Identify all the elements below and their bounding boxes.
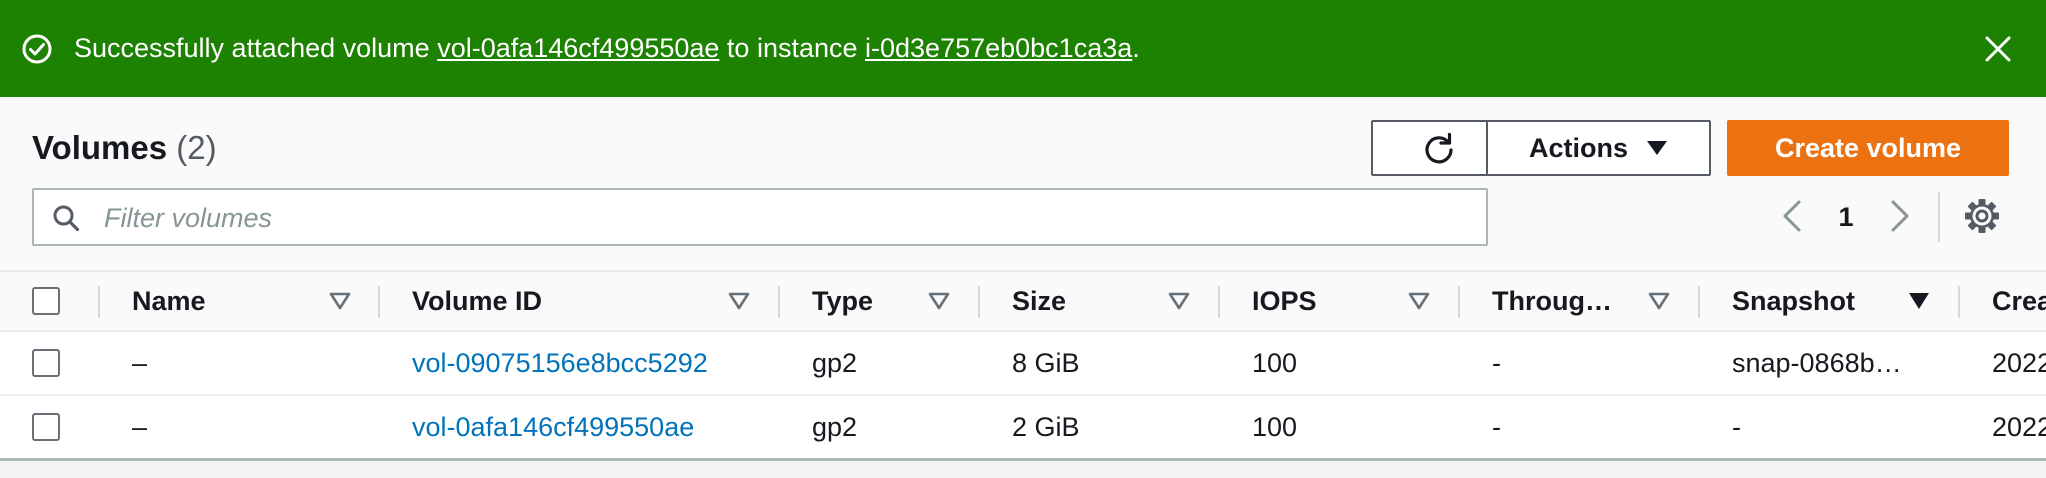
column-divider xyxy=(1698,286,1700,318)
gear-icon[interactable] xyxy=(1964,198,2000,234)
table-row[interactable]: – vol-0afa146cf499550ae gp2 2 GiB 100 - … xyxy=(0,396,2046,460)
sort-caret-icon[interactable] xyxy=(329,292,351,310)
sort-caret-icon[interactable] xyxy=(1648,292,1670,310)
cell-volume-id-link[interactable]: vol-0afa146cf499550ae xyxy=(412,396,694,458)
close-icon[interactable] xyxy=(1983,34,2013,64)
filter-volumes-search xyxy=(32,188,1488,246)
create-volume-label: Create volume xyxy=(1774,132,1962,163)
column-divider xyxy=(378,286,380,318)
attached-volume-link[interactable]: vol-0afa146cf499550ae xyxy=(437,33,719,63)
refresh-icon xyxy=(1425,132,1453,164)
create-volume-button[interactable]: Create volume xyxy=(1727,120,2009,176)
row-select-checkbox[interactable] xyxy=(32,349,60,377)
cell-name: – xyxy=(132,412,148,442)
flash-message: Successfully attached volume vol-0afa146… xyxy=(74,31,1140,65)
row-select-checkbox[interactable] xyxy=(32,413,60,441)
column-divider xyxy=(98,286,100,318)
volume-count: (2) xyxy=(176,129,217,166)
chevron-right-icon[interactable] xyxy=(1888,198,1912,234)
page-title: Volumes (2) xyxy=(32,128,217,168)
column-header-created[interactable]: Crea xyxy=(1992,272,2046,330)
page-title-text: Volumes xyxy=(32,129,168,166)
cell-iops: 100 xyxy=(1252,348,1298,378)
cell-throughput: - xyxy=(1492,412,1501,442)
column-header-snapshot[interactable]: Snapshot xyxy=(1732,272,1855,330)
cell-created: 2022 xyxy=(1992,412,2046,442)
sort-caret-active-icon[interactable] xyxy=(1908,292,1930,310)
cell-created: 2022 xyxy=(1992,348,2046,378)
select-all-checkbox[interactable] xyxy=(32,287,60,315)
check-circle-icon xyxy=(22,34,52,64)
search-icon xyxy=(53,205,80,232)
column-divider xyxy=(978,286,980,318)
cell-snapshot: - xyxy=(1732,412,1741,442)
cell-iops: 100 xyxy=(1252,412,1298,442)
sort-caret-icon[interactable] xyxy=(1168,292,1190,310)
column-divider xyxy=(778,286,780,318)
chevron-left-icon[interactable] xyxy=(1780,198,1804,234)
instance-link[interactable]: i-0d3e757eb0bc1ca3a xyxy=(865,33,1132,63)
column-header-throughput[interactable]: Throug… xyxy=(1492,272,1612,330)
caret-down-icon xyxy=(1647,141,1667,155)
cell-type: gp2 xyxy=(812,348,858,378)
flash-message-suffix: . xyxy=(1132,33,1140,63)
cell-snapshot: snap-0868b… xyxy=(1732,348,1902,378)
cell-name: – xyxy=(132,348,148,378)
column-header-volume-id[interactable]: Volume ID xyxy=(412,272,542,330)
cell-size: 8 GiB xyxy=(1012,348,1080,378)
column-divider xyxy=(1958,286,1960,318)
column-divider xyxy=(1218,286,1220,318)
cell-type: gp2 xyxy=(812,412,858,442)
flash-message-middle: to instance xyxy=(719,33,866,63)
actions-label: Actions xyxy=(1528,132,1628,163)
column-header-iops[interactable]: IOPS xyxy=(1252,272,1317,330)
table-header: Name Volume ID Type Size IOPS Throug… Sn… xyxy=(0,270,2046,332)
page-background xyxy=(0,461,2046,478)
column-header-name[interactable]: Name xyxy=(132,272,206,330)
column-header-type[interactable]: Type xyxy=(812,272,873,330)
cell-size: 2 GiB xyxy=(1012,412,1080,442)
table-row[interactable]: – vol-09075156e8bcc5292 gp2 8 GiB 100 - … xyxy=(0,332,2046,396)
cell-volume-id-link[interactable]: vol-09075156e8bcc5292 xyxy=(412,332,708,394)
sort-caret-icon[interactable] xyxy=(928,292,950,310)
flash-message-prefix: Successfully attached volume xyxy=(74,33,438,63)
sort-caret-icon[interactable] xyxy=(728,292,750,310)
filter-volumes-input[interactable] xyxy=(102,196,1476,240)
sort-caret-icon[interactable] xyxy=(1408,292,1430,310)
column-divider xyxy=(1458,286,1460,318)
pagination-divider xyxy=(1938,192,1940,242)
column-header-size[interactable]: Size xyxy=(1012,272,1066,330)
actions-dropdown-button[interactable]: Actions xyxy=(1486,120,1711,176)
cell-throughput: - xyxy=(1492,348,1501,378)
current-page-number[interactable]: 1 xyxy=(1834,200,1858,234)
success-flash-banner: Successfully attached volume vol-0afa146… xyxy=(0,0,2046,97)
